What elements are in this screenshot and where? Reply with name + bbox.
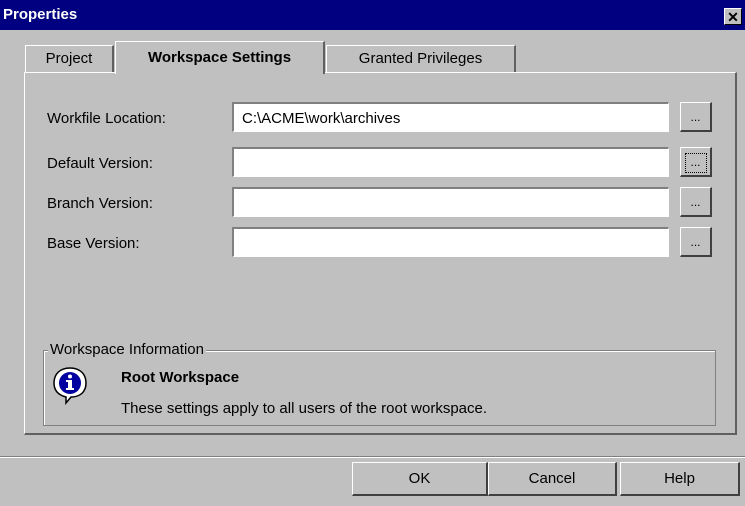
branch-version-label: Branch Version: — [47, 195, 153, 212]
branch-version-field[interactable] — [232, 187, 669, 217]
close-button[interactable]: ✕ — [724, 8, 742, 25]
ok-button[interactable]: OK — [352, 462, 488, 496]
default-version-label: Default Version: — [47, 155, 153, 172]
default-version-browse-button[interactable]: ... — [680, 147, 712, 177]
tab-project[interactable]: Project — [25, 45, 114, 72]
window-title: Properties — [3, 6, 78, 23]
workfile-location-label: Workfile Location: — [47, 110, 166, 127]
info-icon — [50, 365, 90, 406]
base-version-field[interactable] — [232, 227, 669, 257]
default-version-field[interactable] — [232, 147, 669, 177]
group-legend: Workspace Information — [48, 341, 206, 358]
info-title: Root Workspace — [121, 369, 240, 386]
title-bar: Properties ✕ — [0, 0, 745, 30]
base-version-label: Base Version: — [47, 235, 140, 252]
branch-version-browse-button[interactable]: ... — [680, 187, 712, 217]
cancel-button[interactable]: Cancel — [488, 462, 617, 496]
default-version-browse-label: ... — [684, 152, 707, 173]
button-separator — [0, 456, 745, 458]
tab-workspace-settings[interactable]: Workspace Settings — [115, 41, 325, 74]
help-button[interactable]: Help — [620, 462, 740, 496]
workfile-location-field[interactable]: C:\ACME\work\archives — [232, 102, 669, 132]
workfile-location-browse-button[interactable]: ... — [680, 102, 712, 132]
tab-granted-privileges[interactable]: Granted Privileges — [326, 45, 516, 72]
base-version-browse-button[interactable]: ... — [680, 227, 712, 257]
info-text: These settings apply to all users of the… — [121, 400, 488, 417]
